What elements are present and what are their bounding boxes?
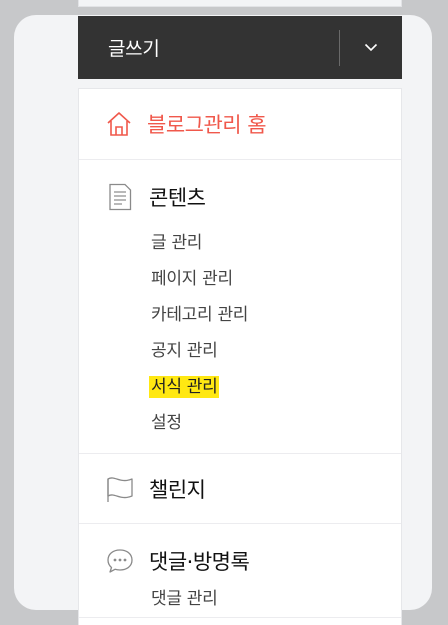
menu-item-posts[interactable]: 글 관리 [149, 225, 401, 261]
comments-title: 댓글·방명록 [149, 550, 250, 574]
flag-icon [106, 475, 134, 503]
challenge-section-header[interactable]: 챌린지 [79, 454, 401, 524]
top-strip [78, 0, 402, 7]
speech-bubble-icon [106, 547, 134, 575]
home-icon [105, 110, 133, 138]
challenge-title: 챌린지 [149, 478, 206, 502]
write-dropdown-toggle[interactable] [340, 16, 402, 79]
sidebar-menu: 블로그관리 홈 콘텐츠 글 관리 페이지 관리 카테고리 관리 공지 관리 서식… [78, 88, 402, 625]
menu-item-settings[interactable]: 설정 [149, 405, 401, 441]
home-label: 블로그관리 홈 [147, 113, 267, 137]
menu-item-comment-management[interactable]: 댓글 관리 [149, 581, 401, 617]
comments-submenu: 댓글 관리 [79, 581, 401, 617]
content-section-header[interactable]: 콘텐츠 [79, 182, 401, 212]
content-submenu: 글 관리 페이지 관리 카테고리 관리 공지 관리 서식 관리 설정 [79, 225, 401, 441]
write-button[interactable]: 글쓰기 [78, 34, 339, 61]
menu-item-pages[interactable]: 페이지 관리 [149, 261, 401, 297]
menu-item-categories[interactable]: 카테고리 관리 [149, 297, 401, 333]
comments-section-header[interactable]: 댓글·방명록 [79, 546, 401, 576]
document-icon [106, 183, 134, 211]
menu-item-templates[interactable]: 서식 관리 [149, 369, 401, 405]
challenge-section: 챌린지 [79, 454, 401, 524]
content-title: 콘텐츠 [149, 186, 206, 210]
menu-item-notices[interactable]: 공지 관리 [149, 333, 401, 369]
chevron-down-icon [364, 43, 378, 52]
blog-admin-home-link[interactable]: 블로그관리 홈 [79, 89, 401, 160]
write-bar: 글쓰기 [78, 16, 402, 79]
content-section: 콘텐츠 글 관리 페이지 관리 카테고리 관리 공지 관리 서식 관리 설정 [79, 160, 401, 454]
comments-section: 댓글·방명록 댓글 관리 [79, 524, 401, 618]
